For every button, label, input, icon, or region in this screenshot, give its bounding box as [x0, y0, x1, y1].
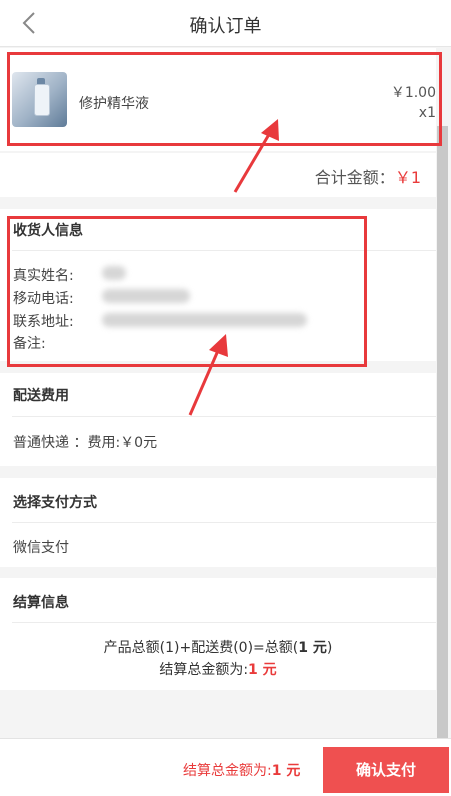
- product-quantity: x1: [418, 105, 436, 121]
- shipping-heading: 配送费用: [13, 388, 69, 404]
- product-thumbnail: [12, 72, 67, 127]
- divider: [12, 250, 436, 251]
- total-label-text: 合计金额：: [314, 168, 395, 187]
- product-price: ￥1.00: [390, 85, 436, 101]
- footer-total: 结算总金额为:1 元: [183, 760, 300, 780]
- payment-method-wechat[interactable]: 微信支付: [13, 537, 69, 557]
- product-name: 修护精华液: [79, 96, 149, 112]
- total-value: ￥1: [394, 168, 421, 187]
- formula-prefix: 产品总额(1)+配送费(0)=总额(: [103, 640, 299, 656]
- settlement-total-prefix: 结算总金额为:: [159, 662, 249, 678]
- receiver-note-label: 备注:: [13, 336, 46, 352]
- confirm-pay-button[interactable]: 确认支付: [323, 747, 449, 793]
- page-title: 确认订单: [189, 16, 262, 37]
- redacted-phone: [102, 289, 190, 303]
- settlement-formula: 产品总额(1)+配送费(0)=总额(1 元): [0, 637, 436, 657]
- divider: [12, 416, 436, 417]
- formula-value: 1 元: [298, 640, 327, 656]
- formula-suffix: ): [326, 640, 333, 656]
- shipping-method[interactable]: 普通快递 ：费用:￥0元: [13, 432, 157, 452]
- header-bar: 确认订单: [0, 0, 451, 47]
- payment-heading: 选择支付方式: [13, 495, 97, 511]
- footer-total-prefix: 结算总金额为:: [183, 763, 272, 779]
- bottle-shape: [34, 84, 50, 116]
- redacted-address: [102, 313, 307, 327]
- receiver-heading: 收货人信息: [13, 223, 83, 239]
- footer-total-value: 1 元: [271, 763, 301, 779]
- settlement-total: 结算总金额为:1 元: [0, 659, 436, 679]
- receiver-phone-label: 移动电话:: [13, 291, 74, 307]
- divider: [12, 522, 436, 523]
- divider: [12, 622, 436, 623]
- settlement-total-value: 1 元: [248, 662, 277, 678]
- redacted-name: [102, 266, 126, 280]
- receiver-name-label: 真实姓名:: [13, 268, 74, 284]
- settlement-heading: 结算信息: [13, 595, 69, 611]
- scrollbar[interactable]: [437, 126, 448, 738]
- total-label: 合计金额：￥1: [315, 164, 421, 188]
- receiver-address-label: 联系地址:: [13, 314, 74, 330]
